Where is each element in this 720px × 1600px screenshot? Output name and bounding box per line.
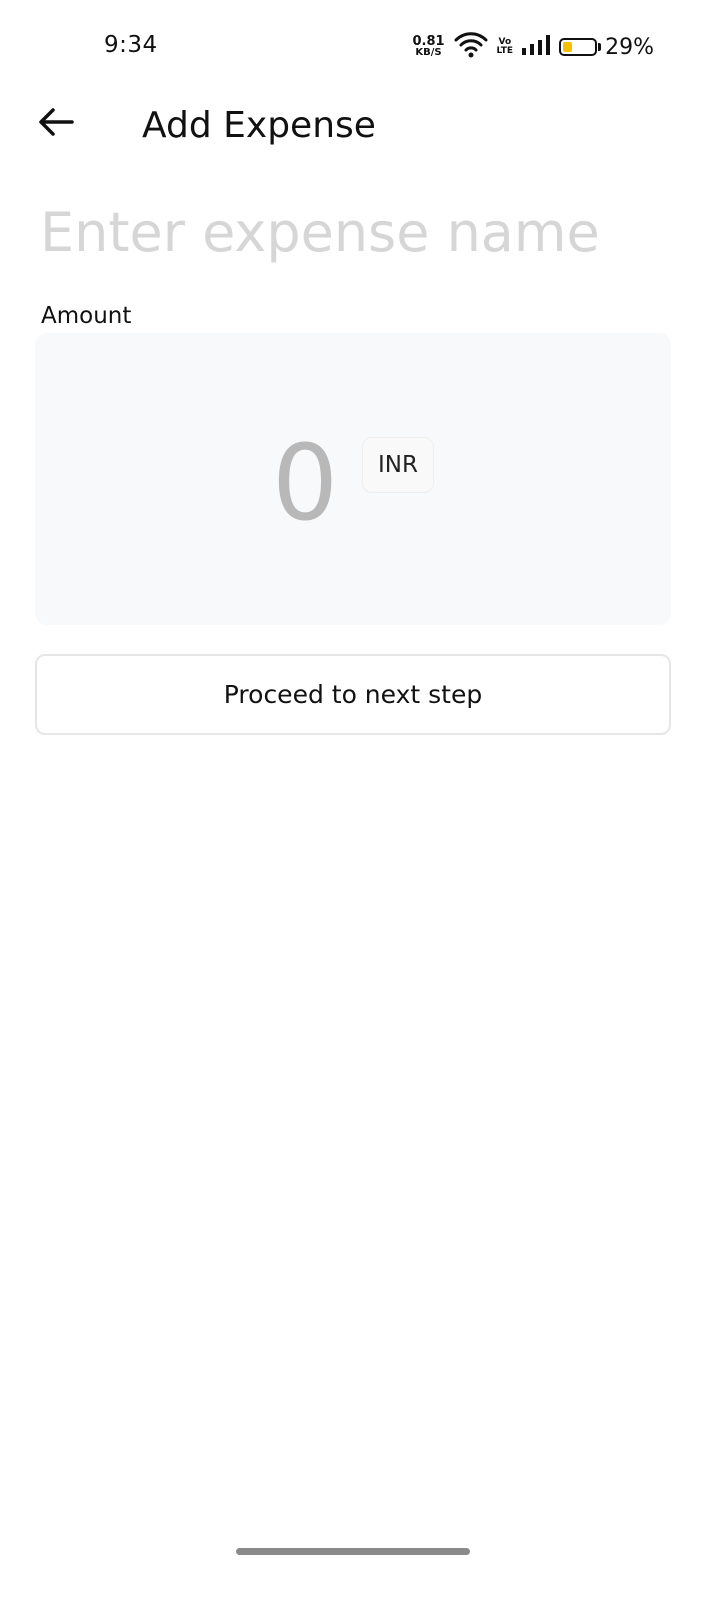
battery-fill bbox=[563, 42, 573, 52]
signal-icon bbox=[521, 34, 551, 60]
network-speed-unit: KB/S bbox=[415, 47, 442, 58]
battery-icon bbox=[559, 38, 598, 56]
network-speed: 0.81 KB/S bbox=[412, 34, 445, 58]
status-bar: 9:34 0.81 KB/S Vo LTE 29% bbox=[0, 0, 720, 90]
battery-indicator: 29% bbox=[559, 35, 654, 60]
amount-label: Amount bbox=[41, 303, 132, 329]
home-gesture-bar[interactable] bbox=[236, 1548, 470, 1555]
volte-bottom: LTE bbox=[496, 46, 514, 56]
status-time: 9:34 bbox=[104, 32, 158, 58]
volte-indicator: Vo LTE bbox=[497, 38, 514, 56]
expense-name-input[interactable] bbox=[40, 196, 680, 268]
back-button[interactable] bbox=[36, 104, 76, 144]
battery-tip bbox=[598, 43, 602, 51]
amount-input-area[interactable] bbox=[35, 333, 671, 625]
proceed-button[interactable]: Proceed to next step bbox=[35, 654, 671, 735]
arrow-left-icon bbox=[38, 107, 74, 141]
battery-percent: 29% bbox=[605, 34, 654, 60]
network-speed-value: 0.81 bbox=[412, 34, 445, 49]
amount-value[interactable]: 0 bbox=[272, 428, 338, 538]
status-icons: 0.81 KB/S Vo LTE 29% bbox=[412, 30, 654, 64]
currency-selector-button[interactable]: INR bbox=[362, 437, 434, 493]
page-title: Add Expense bbox=[142, 105, 376, 146]
wifi-icon bbox=[453, 31, 489, 63]
